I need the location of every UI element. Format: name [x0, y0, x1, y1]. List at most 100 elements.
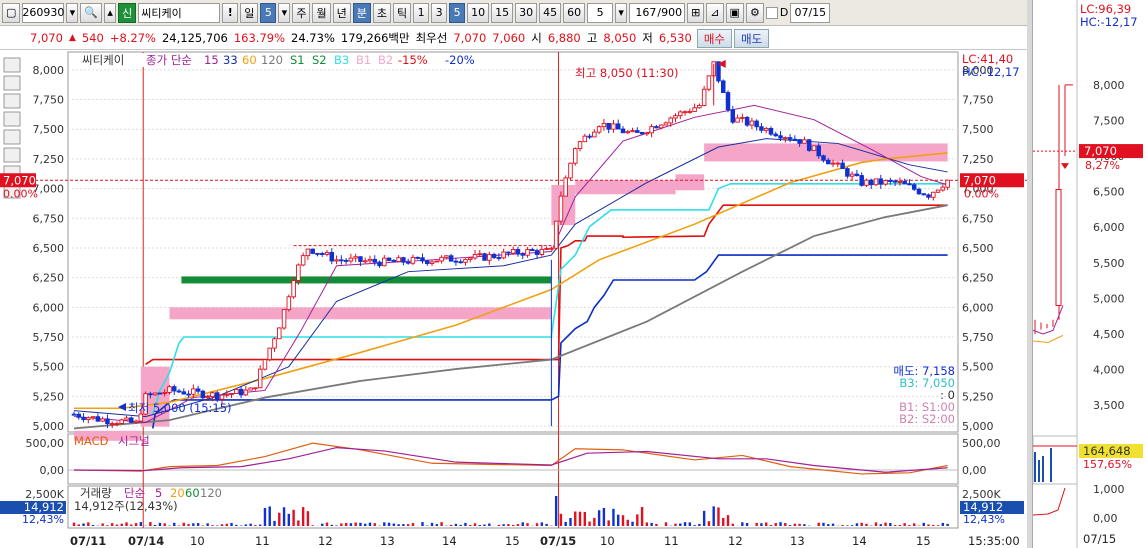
chart-type-icon[interactable]: ⊿: [706, 2, 724, 23]
chevron-up-icon[interactable]: ▴: [104, 2, 117, 23]
volume-bar: [788, 525, 792, 526]
mini-y-tick: 4,000: [1093, 364, 1125, 377]
volume-bar: [889, 522, 892, 526]
volume-bar: [72, 522, 76, 526]
candle-body: [491, 253, 497, 258]
minute-45-button[interactable]: 45: [539, 2, 562, 23]
volume-bar: [798, 523, 801, 526]
volume-bar: [206, 523, 209, 526]
period-second-button[interactable]: 초: [372, 2, 391, 23]
stock-name: 씨티케이: [138, 2, 221, 23]
gear-icon[interactable]: ⚙: [745, 2, 764, 23]
sell-button[interactable]: 매도: [733, 28, 770, 48]
candle-body: [367, 258, 373, 262]
candle-body: [339, 259, 344, 262]
volume-bar: [612, 508, 615, 526]
period-minute-button[interactable]: 분: [352, 2, 371, 23]
candle-body: [434, 260, 440, 263]
chart-tools-icon[interactable]: ⊞: [687, 2, 705, 23]
volume-bar: [211, 525, 214, 526]
count-input[interactable]: 167/900: [629, 2, 686, 23]
candle-body: [577, 141, 583, 150]
volume-bar: [722, 517, 725, 526]
dropdown-icon[interactable]: ▾: [278, 2, 291, 23]
dropdown-icon[interactable]: ▾: [615, 2, 628, 23]
volume-bar: [674, 523, 677, 526]
save-icon[interactable]: ▣: [725, 2, 744, 23]
main-chart[interactable]: MACD 시그널500,000,00500,000,00 거래량 단순 5 20 60 12…: [0, 50, 1028, 548]
band-pink: [675, 174, 705, 191]
mini-pct-text: 8,27%: [1085, 159, 1120, 172]
volume-ma-label: 단순: [124, 486, 145, 500]
volume-bar: [588, 521, 591, 526]
minute-1-button[interactable]: 1: [413, 2, 430, 23]
minute-60-button[interactable]: 60: [563, 2, 586, 23]
draw-tool-icon: [3, 93, 21, 109]
minute-15-button[interactable]: 15: [491, 2, 514, 23]
window-icon[interactable]: ▢: [2, 2, 21, 23]
volume-bar: [932, 524, 935, 526]
volume-bar: [106, 525, 109, 526]
candle-body: [749, 120, 755, 126]
volume-bar: [354, 522, 357, 526]
period-day-button[interactable]: 일: [240, 2, 259, 23]
volume-bar: [440, 522, 443, 526]
d-checkbox[interactable]: [765, 6, 778, 19]
alert-button[interactable]: !: [222, 2, 239, 23]
period-week-button[interactable]: 주: [292, 2, 311, 23]
volume-ma-period: 20: [170, 486, 185, 500]
candle-body: [506, 251, 511, 254]
period-year-button[interactable]: 년: [332, 2, 351, 23]
volume-bar: [827, 524, 830, 526]
x-tick-label: 07/14: [128, 534, 164, 548]
pct-tag-right: 0.00%: [964, 187, 999, 200]
volume-bar: [893, 525, 897, 526]
candle-body: [601, 122, 607, 128]
candle-body: [329, 252, 335, 262]
mini-y-tick: 3,500: [1093, 399, 1125, 412]
candle-body: [382, 257, 387, 267]
minute-10-button[interactable]: 10: [467, 2, 490, 23]
buy-button[interactable]: 매수: [696, 28, 732, 48]
minute-5-button[interactable]: 5: [449, 2, 466, 23]
minute-3-button[interactable]: 3: [431, 2, 448, 23]
candle-body: [935, 189, 941, 193]
y-tick-label-right: 6,250: [962, 272, 994, 285]
candle-body: [253, 387, 258, 390]
period-tick-button[interactable]: 틱: [392, 2, 412, 23]
macd-ytick-right: 500,00: [962, 437, 1001, 450]
volume-bar: [617, 514, 620, 526]
period-month-button[interactable]: 월: [312, 2, 331, 23]
stock-code-input[interactable]: 260930: [22, 2, 65, 23]
y-tick-label: 5,000: [33, 420, 65, 433]
volume-bar: [507, 524, 510, 526]
minute-custom-input[interactable]: 5: [587, 2, 614, 23]
volume-bar: [702, 510, 706, 526]
candle-body: [210, 392, 215, 398]
candle-body: [888, 180, 893, 182]
candle-body: [448, 255, 454, 262]
y-tick-label: 8,000: [33, 64, 65, 77]
volume-bar: [478, 525, 481, 526]
volume-bar: [511, 524, 515, 526]
volume-bar: [583, 511, 587, 526]
volume-bar: [187, 524, 190, 526]
volume-bar: [655, 523, 658, 526]
open-value: 6,880: [547, 31, 581, 45]
y-tick-label: 7,250: [33, 153, 65, 166]
volume-bar: [91, 525, 95, 526]
y-tick-label-right: 7,750: [962, 94, 994, 107]
volume-bar: [230, 522, 233, 526]
dropdown-icon[interactable]: ▾: [66, 2, 79, 23]
minute-30-button[interactable]: 30: [515, 2, 538, 23]
volume-bar: [526, 523, 529, 526]
volume-bar: [454, 523, 458, 526]
date-input[interactable]: 07/15: [790, 2, 831, 23]
candle-body: [859, 175, 864, 186]
candle-body: [310, 248, 315, 254]
search-icon[interactable]: 🔍: [80, 2, 103, 23]
period-num-select[interactable]: 5: [260, 2, 277, 23]
candle-body: [878, 178, 884, 185]
mini-chart-panel[interactable]: LC:96,39HC:-12,178,0007,5007,0006,5006,0…: [1032, 0, 1147, 548]
volume-bar: [287, 513, 291, 526]
